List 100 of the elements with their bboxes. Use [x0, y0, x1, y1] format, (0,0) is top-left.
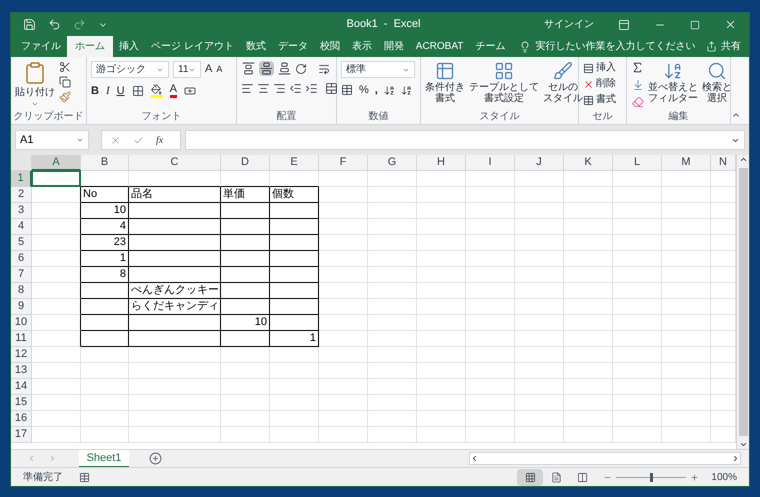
row-header[interactable]: 15 — [11, 395, 32, 411]
font-color-button[interactable]: A — [170, 84, 177, 98]
wrap-text-button[interactable] — [318, 62, 330, 74]
ribbon-tab[interactable]: 数式 — [240, 36, 272, 57]
shrink-font-button[interactable]: A — [216, 65, 222, 74]
grid-cell[interactable]: No — [81, 187, 129, 203]
ribbon-tab[interactable]: 表示 — [346, 36, 378, 57]
fill-color-button[interactable] — [150, 84, 163, 98]
cells-button[interactable]: 挿入 — [583, 61, 616, 75]
grid-cell[interactable] — [32, 203, 81, 219]
ribbon-tab[interactable]: ページ レイアウト — [145, 36, 240, 57]
borders-button[interactable] — [132, 85, 144, 97]
align-right-button[interactable] — [273, 82, 286, 95]
grid-cell[interactable]: 1 — [270, 331, 319, 347]
grid-cell[interactable]: らくだキャンディ — [129, 299, 221, 315]
grid-cell[interactable] — [270, 283, 319, 299]
row-header[interactable]: 4 — [11, 219, 32, 235]
grid-cell[interactable] — [81, 283, 129, 299]
grid-cell[interactable] — [129, 315, 221, 331]
grid-cell[interactable] — [32, 187, 81, 203]
row-header[interactable]: 12 — [11, 347, 32, 363]
grid-cell[interactable] — [270, 299, 319, 315]
column-header[interactable]: C — [129, 155, 221, 171]
column-header[interactable]: H — [417, 155, 466, 171]
column-header[interactable]: I — [466, 155, 515, 171]
view-button[interactable] — [517, 468, 544, 486]
grid-cell[interactable]: 10 — [221, 315, 270, 331]
save-button[interactable] — [23, 18, 36, 31]
grid-cell[interactable] — [221, 283, 270, 299]
column-header[interactable]: B — [81, 155, 129, 171]
scroll-thumb[interactable] — [738, 168, 748, 436]
row-header[interactable]: 3 — [11, 203, 32, 219]
row-header[interactable]: 7 — [11, 267, 32, 283]
grid-cell[interactable] — [270, 203, 319, 219]
next-sheet-button[interactable] — [48, 454, 57, 463]
grid-cell[interactable] — [129, 203, 221, 219]
row-header[interactable]: 13 — [11, 363, 32, 379]
grid-cell[interactable] — [221, 203, 270, 219]
grid-cell[interactable]: 1 — [81, 251, 129, 267]
grid-cell[interactable] — [270, 235, 319, 251]
undo-button[interactable] — [48, 18, 61, 31]
grid-cell[interactable] — [221, 235, 270, 251]
ribbon-tab[interactable]: データ — [272, 36, 314, 57]
grow-font-button[interactable]: A — [205, 64, 212, 75]
grid-cell[interactable] — [81, 299, 129, 315]
grid-cell[interactable] — [32, 299, 81, 315]
grid-cell[interactable] — [221, 251, 270, 267]
column-header[interactable]: D — [221, 155, 270, 171]
formula-field[interactable] — [185, 130, 745, 150]
enter-button[interactable] — [133, 134, 144, 146]
grid-cell[interactable]: 4 — [81, 219, 129, 235]
row-header[interactable]: 16 — [11, 411, 32, 427]
maximize-button[interactable] — [690, 20, 700, 30]
percent-button[interactable]: % — [359, 84, 369, 96]
column-header[interactable]: E — [270, 155, 319, 171]
column-header[interactable]: N — [711, 155, 736, 171]
tell-me-field[interactable]: 実行したい作業を入力してください — [535, 39, 696, 54]
add-sheet-button[interactable] — [149, 452, 162, 465]
grid-cell[interactable] — [270, 251, 319, 267]
grid-cell[interactable] — [81, 331, 129, 347]
align-left-button[interactable] — [241, 82, 254, 95]
column-header[interactable]: J — [515, 155, 564, 171]
zoom-slider[interactable] — [616, 472, 686, 482]
grid-cell[interactable]: ぺんぎんクッキー — [129, 283, 221, 299]
select-all-corner[interactable] — [11, 155, 32, 171]
fill-button[interactable] — [631, 79, 644, 91]
grid-cell[interactable] — [221, 331, 270, 347]
ribbon-tab[interactable]: ファイル — [15, 36, 67, 57]
paste-button[interactable]: 貼り付け — [15, 61, 55, 108]
bold-button[interactable]: B — [91, 86, 99, 96]
increase-indent-button[interactable] — [305, 82, 318, 95]
ribbon-tab[interactable]: 校閲 — [314, 36, 346, 57]
grid-cell[interactable] — [32, 283, 81, 299]
style-button[interactable]: テーブルとして 書式設定 — [469, 61, 539, 104]
grid-cell[interactable] — [221, 219, 270, 235]
grid-cell[interactable]: 単価 — [221, 187, 270, 203]
grid-cell[interactable] — [129, 219, 221, 235]
row-header[interactable]: 14 — [11, 379, 32, 395]
row-header[interactable]: 9 — [11, 299, 32, 315]
italic-button[interactable]: I — [106, 86, 110, 96]
grid-cell[interactable]: 23 — [81, 235, 129, 251]
grid-cell[interactable] — [32, 219, 81, 235]
cut-button[interactable] — [59, 61, 71, 73]
row-header[interactable]: 10 — [11, 315, 32, 331]
number-format-dropdown[interactable]: 標準 — [341, 61, 415, 78]
ribbon-tab[interactable]: 挿入 — [113, 36, 145, 57]
editing-button[interactable]: 並べ替えと フィルター — [648, 61, 698, 104]
insert-function-button[interactable]: fx — [156, 132, 164, 148]
cells-button[interactable]: 削除 — [583, 77, 616, 91]
grid-cell[interactable] — [129, 267, 221, 283]
editing-button[interactable]: 検索と 選択 — [702, 61, 732, 104]
share-button[interactable]: 共有 — [698, 36, 749, 57]
ribbon-tab[interactable]: チーム — [469, 36, 512, 57]
row-header[interactable]: 5 — [11, 235, 32, 251]
grid-cell[interactable] — [129, 251, 221, 267]
ribbon-display-button[interactable] — [618, 18, 630, 30]
clear-button[interactable] — [631, 96, 644, 108]
row-header[interactable]: 11 — [11, 331, 32, 347]
grid-cell[interactable] — [129, 235, 221, 251]
vertical-align-button[interactable] — [241, 61, 256, 76]
